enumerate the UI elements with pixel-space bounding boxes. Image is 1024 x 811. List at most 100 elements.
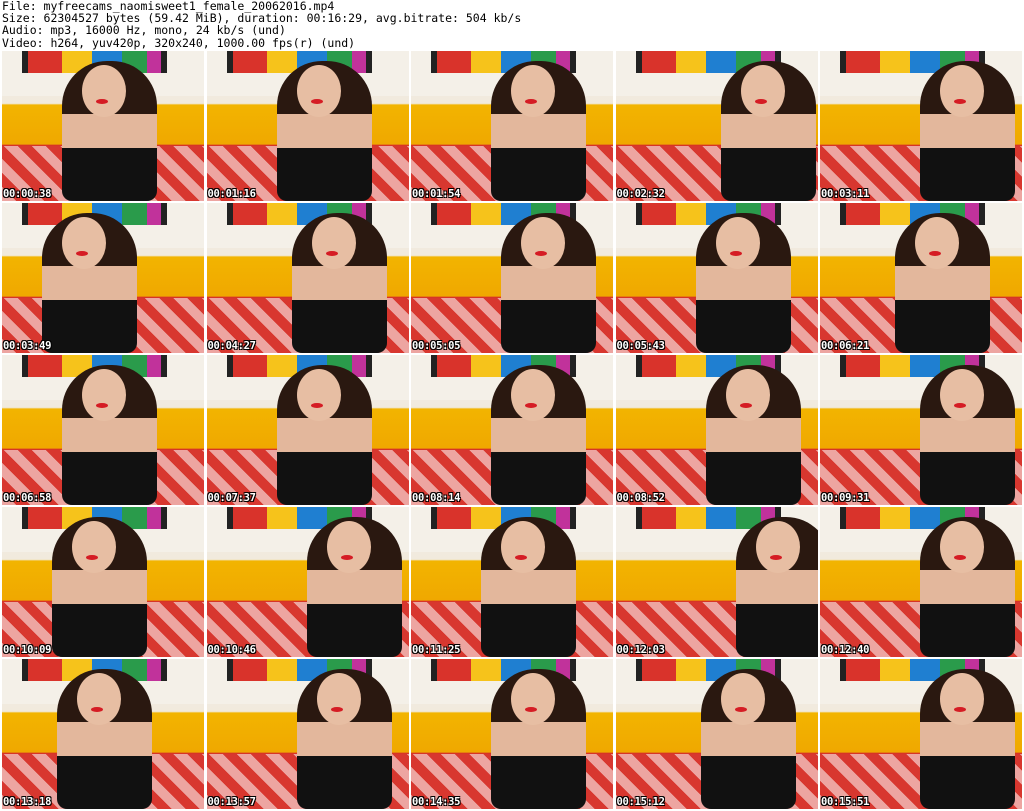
thumbnail-timestamp: 00:15:51 (821, 796, 870, 808)
thumbnail-lips (340, 555, 353, 560)
video-thumbnail: 00:05:43 (615, 203, 818, 353)
thumbnail-timestamp: 00:01:16 (207, 188, 256, 200)
thumbnail-lips (76, 251, 88, 256)
thumbnail-lips (754, 99, 767, 104)
thumbnail-lips (515, 555, 527, 560)
thumbnail-timestamp: 00:05:05 (412, 340, 461, 352)
video-thumbnail: 00:08:14 (411, 355, 613, 505)
video-thumbnail: 00:14:35 (411, 659, 613, 809)
thumbnail-timestamp: 00:03:11 (821, 188, 870, 200)
video-thumbnail: 00:15:12 (615, 659, 818, 809)
thumbnail-timestamp: 00:04:27 (207, 340, 256, 352)
thumbnail-face (62, 217, 106, 269)
thumbnail-lips (729, 251, 742, 256)
thumbnail-lips (91, 707, 103, 712)
thumbnail-timestamp: 00:10:09 (3, 644, 52, 656)
thumbnail-lips (525, 707, 537, 712)
thumbnail-lips (929, 251, 941, 256)
thumbnail-face (82, 65, 126, 117)
thumbnail-timestamp: 00:06:21 (821, 340, 870, 352)
video-thumbnail: 00:10:46 (206, 507, 409, 657)
video-thumbnail: 00:06:58 (2, 355, 204, 505)
thumbnail-lips (525, 99, 537, 104)
thumbnail-face (82, 369, 126, 421)
video-thumbnail: 00:06:21 (820, 203, 1022, 353)
thumbnail-face (311, 217, 356, 269)
video-thumbnail: 00:05:05 (411, 203, 613, 353)
thumbnail-lips (310, 403, 323, 408)
thumbnail-timestamp: 00:08:14 (412, 492, 461, 504)
thumbnail-timestamp: 00:15:12 (616, 796, 665, 808)
video-thumbnail: 00:08:52 (615, 355, 818, 505)
thumbnail-face (521, 217, 565, 269)
thumbnail-face (715, 217, 760, 269)
thumbnail-timestamp: 00:02:32 (616, 188, 665, 200)
thumbnail-face (720, 673, 765, 725)
thumbnail-lips (96, 403, 108, 408)
video-thumbnail: 00:03:49 (2, 203, 204, 353)
thumbnail-timestamp: 00:03:49 (3, 340, 52, 352)
file-info-header: File: myfreecams_naomisweet1_female_2006… (2, 0, 1022, 50)
thumbnail-timestamp: 00:12:03 (616, 644, 665, 656)
thumbnail-timestamp: 00:14:35 (412, 796, 461, 808)
thumbnail-timestamp: 00:10:46 (207, 644, 256, 656)
thumbnail-face (501, 521, 545, 573)
thumbnail-face (511, 673, 555, 725)
thumbnail-timestamp: 00:13:57 (207, 796, 256, 808)
video-thumbnail: 00:10:09 (2, 507, 204, 657)
thumbnail-lips (734, 707, 747, 712)
thumbnail-face (316, 673, 361, 725)
audio-info-line: Audio: mp3, 16000 Hz, mono, 24 kb/s (und… (2, 23, 286, 38)
video-thumbnail: 00:12:03 (615, 507, 818, 657)
video-thumbnail: 00:00:38 (2, 51, 204, 201)
thumbnail-lips (954, 707, 966, 712)
thumbnail-lips (954, 403, 966, 408)
thumbnail-lips (325, 251, 338, 256)
video-thumbnail: 00:03:11 (820, 51, 1022, 201)
video-thumbnail: 00:02:32 (615, 51, 818, 201)
thumbnail-face (511, 369, 555, 421)
thumbnail-lips (769, 555, 782, 560)
thumbnail-face (940, 673, 984, 725)
video-thumbnail: 00:01:54 (411, 51, 613, 201)
video-thumbnail: 00:07:37 (206, 355, 409, 505)
thumbnail-timestamp: 00:13:18 (3, 796, 52, 808)
thumbnail-lips (954, 555, 966, 560)
thumbnail-face (296, 369, 341, 421)
thumbnail-face (915, 217, 959, 269)
thumbnail-face (940, 65, 984, 117)
thumbnail-lips (310, 99, 323, 104)
thumbnail-face (725, 369, 770, 421)
thumbnail-timestamp: 00:08:52 (616, 492, 665, 504)
thumbnail-face (740, 65, 785, 117)
thumbnail-timestamp: 00:06:58 (3, 492, 52, 504)
video-info-line: Video: h264, yuv420p, 320x240, 1000.00 f… (2, 35, 356, 50)
thumbnail-timestamp: 00:07:37 (207, 492, 256, 504)
thumbnail-face (296, 65, 341, 117)
thumbnail-timestamp: 00:11:25 (412, 644, 461, 656)
thumbnail-lips (525, 403, 537, 408)
video-thumbnail: 00:11:25 (411, 507, 613, 657)
thumbnail-timestamp: 00:12:40 (821, 644, 870, 656)
thumbnail-face (326, 521, 371, 573)
thumbnail-timestamp: 00:00:38 (3, 188, 52, 200)
video-thumbnail: 00:01:16 (206, 51, 409, 201)
video-thumbnail: 00:15:51 (820, 659, 1022, 809)
video-thumbnail: 00:09:31 (820, 355, 1022, 505)
thumbnail-lips (954, 99, 966, 104)
video-thumbnail: 00:04:27 (206, 203, 409, 353)
video-thumbnail: 00:13:57 (206, 659, 409, 809)
thumbnail-lips (96, 99, 108, 104)
thumbnail-timestamp: 00:01:54 (412, 188, 461, 200)
video-thumbnail: 00:13:18 (2, 659, 204, 809)
thumbnail-lips (86, 555, 98, 560)
thumbnail-face (940, 521, 984, 573)
thumbnail-grid: 00:00:38 00:01:16 00:01:54 00:02:32 00:03:11… (2, 51, 1022, 809)
thumbnail-timestamp: 00:05:43 (616, 340, 665, 352)
thumbnail-face (72, 521, 116, 573)
thumbnail-face (511, 65, 555, 117)
thumbnail-face (940, 369, 984, 421)
thumbnail-timestamp: 00:09:31 (821, 492, 870, 504)
thumbnail-face (755, 521, 800, 573)
thumbnail-lips (330, 707, 343, 712)
